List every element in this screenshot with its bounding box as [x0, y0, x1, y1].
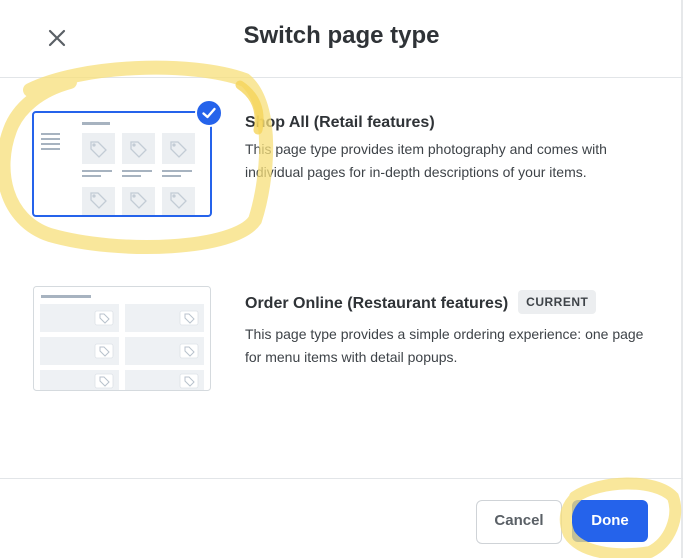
dialog-title: Switch page type [243, 22, 440, 49]
shop-all-thumbnail[interactable] [32, 111, 214, 221]
done-button[interactable]: Done [572, 500, 648, 542]
current-badge: CURRENT [518, 290, 597, 314]
option-description: This page type provides a simple orderin… [245, 326, 644, 365]
selected-check-icon [195, 99, 223, 127]
cancel-button[interactable]: Cancel [476, 500, 562, 544]
dialog-header: Switch page type [0, 0, 683, 78]
option-title-row: Order Online (Restaurant features) CURREN… [245, 290, 597, 314]
dialog-footer: Cancel Done [0, 478, 683, 559]
option-description: This page type provides item photography… [245, 141, 607, 180]
option-title: Order Online (Restaurant features) [245, 295, 509, 312]
option-title: Shop All (Retail features) [245, 114, 435, 131]
order-online-thumbnail[interactable] [33, 286, 212, 392]
